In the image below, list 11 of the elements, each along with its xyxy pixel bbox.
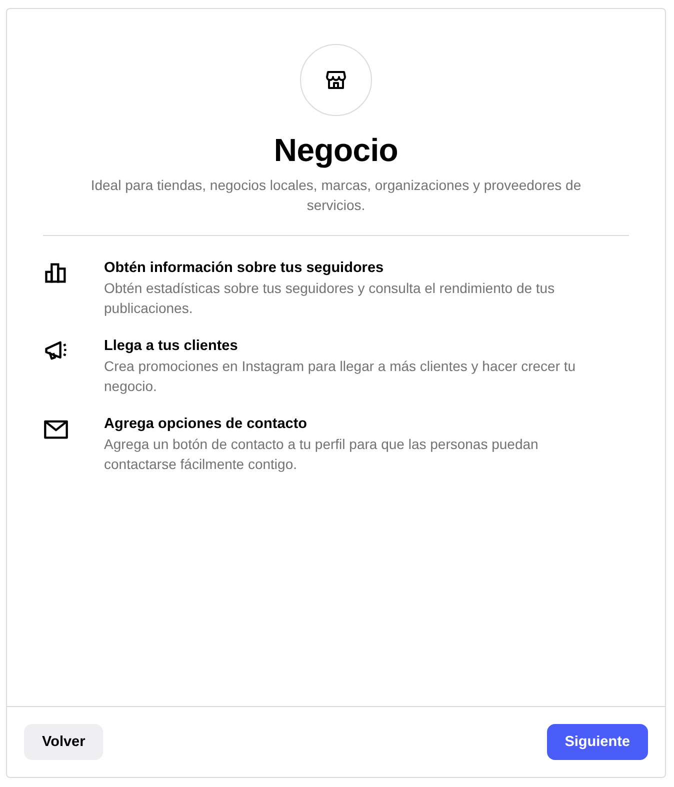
feature-description: Crea promociones en Instagram para llegar a más clientes y hacer crecer tu negocio. <box>104 357 577 396</box>
feature-title: Agrega opciones de contacto <box>104 415 308 434</box>
next-button[interactable]: Siguiente <box>546 724 648 760</box>
dialog-subtitle: Ideal para tiendas, negocios locales, marcas, organizaciones y proveedores de servicios. <box>90 176 582 215</box>
feature-title: Llega a tus clientes <box>104 337 239 356</box>
feature-title: Obtén información sobre tus seguidores <box>104 259 385 278</box>
feature-description: Agrega un botón de contacto a tu perfil para que las personas puedan contactarse fácilmente contigo. <box>104 435 540 474</box>
back-button[interactable]: Volver <box>24 724 104 760</box>
store-icon <box>324 68 348 92</box>
feature-description: Obtén estadísticas sobre tus seguidores y consulta el rendimiento de tus publicaciones. <box>104 279 556 318</box>
dialog-title: Negocio <box>274 132 398 169</box>
